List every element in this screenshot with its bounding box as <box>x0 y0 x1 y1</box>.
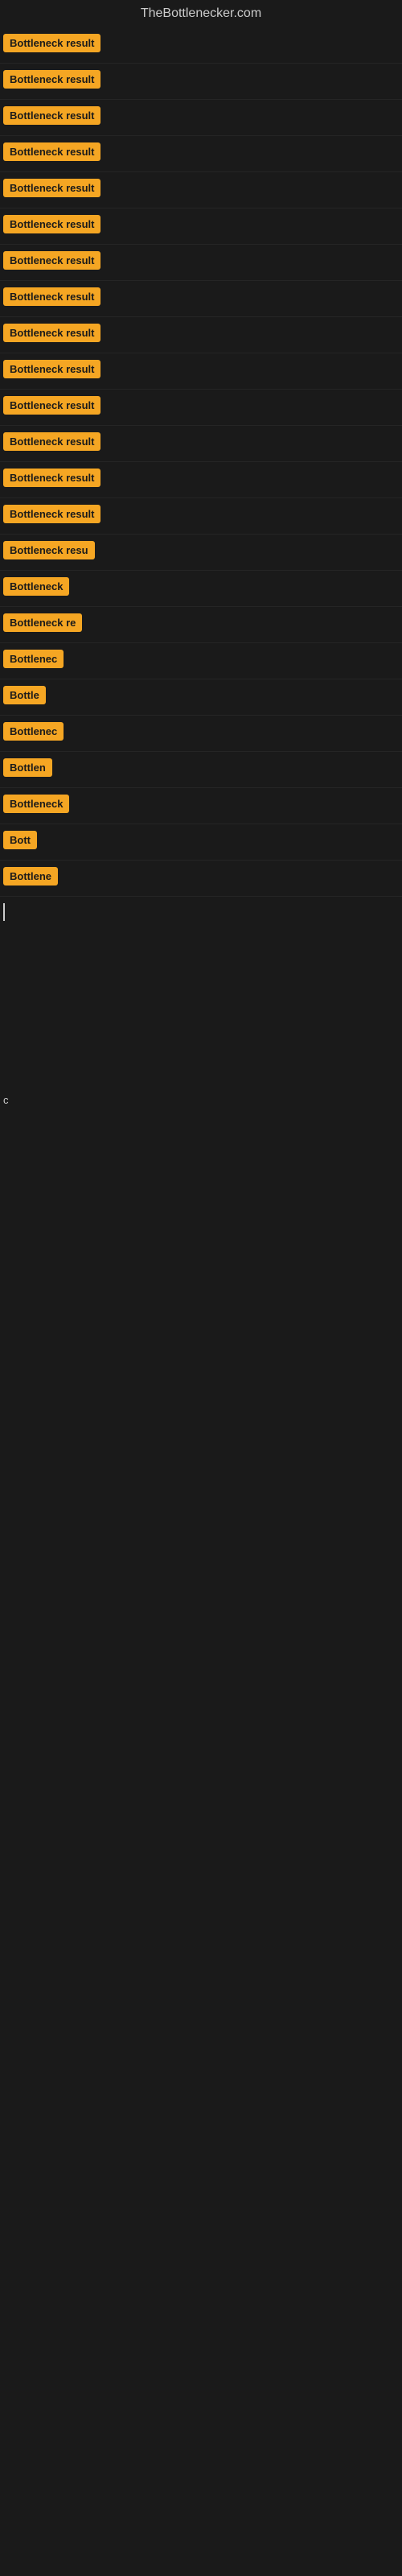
bottleneck-tag[interactable]: Bottleneck result <box>3 324 100 342</box>
bottleneck-tag[interactable]: Bottleneck result <box>3 287 100 306</box>
list-item: Bottleneck result <box>0 498 402 535</box>
list-item: Bottleneck result <box>0 172 402 208</box>
bottleneck-tag[interactable]: Bottleneck result <box>3 251 100 270</box>
bottleneck-tag[interactable]: Bottleneck re <box>3 613 82 632</box>
bottleneck-tag[interactable]: Bottleneck <box>3 795 69 813</box>
list-item: Bottleneck resu <box>0 535 402 571</box>
list-item: Bottleneck result <box>0 136 402 172</box>
list-item: Bottleneck result <box>0 64 402 100</box>
bottleneck-tag[interactable]: Bottlenec <box>3 722 64 741</box>
bottleneck-tag[interactable]: Bottleneck resu <box>3 541 95 559</box>
bottleneck-tag[interactable]: Bottleneck result <box>3 360 100 378</box>
bottleneck-tag[interactable]: Bottleneck result <box>3 34 100 52</box>
list-item: Bottlenec <box>0 716 402 752</box>
list-item: Bottleneck result <box>0 27 402 64</box>
bottleneck-tag[interactable]: Bottleneck result <box>3 215 100 233</box>
list-item: Bottleneck result <box>0 353 402 390</box>
list-item: Bottleneck <box>0 571 402 607</box>
list-item: Bottleneck result <box>0 462 402 498</box>
list-item: Bottleneck result <box>0 317 402 353</box>
list-item: Bottle <box>0 679 402 716</box>
bottom-space <box>0 1113 402 1596</box>
bottleneck-tag[interactable]: Bott <box>3 831 37 849</box>
list-item: Bottleneck result <box>0 245 402 281</box>
list-item: Bott <box>0 824 402 861</box>
bottleneck-tag[interactable]: Bottleneck result <box>3 106 100 125</box>
small-char: c <box>3 1094 9 1106</box>
bottleneck-tag[interactable]: Bottleneck result <box>3 70 100 89</box>
bottleneck-tag[interactable]: Bottle <box>3 686 46 704</box>
site-title: TheBottlenecker.com <box>0 0 402 27</box>
list-item: Bottleneck result <box>0 426 402 462</box>
rows-container: Bottleneck result Bottleneck result Bottle… <box>0 27 402 897</box>
bottleneck-tag[interactable]: Bottleneck result <box>3 469 100 487</box>
list-item: Bottleneck result <box>0 100 402 136</box>
cursor-line <box>3 903 5 921</box>
bottleneck-tag[interactable]: Bottleneck result <box>3 505 100 523</box>
empty-section <box>0 927 402 1088</box>
bottleneck-tag[interactable]: Bottleneck <box>3 577 69 596</box>
bottleneck-tag[interactable]: Bottleneck result <box>3 432 100 451</box>
list-item: Bottleneck result <box>0 281 402 317</box>
bottleneck-tag[interactable]: Bottleneck result <box>3 396 100 415</box>
list-item: Bottleneck result <box>0 208 402 245</box>
bottleneck-tag[interactable]: Bottleneck result <box>3 179 100 197</box>
page-wrapper: TheBottlenecker.com Bottleneck resultBot… <box>0 0 402 2576</box>
list-item: Bottleneck result <box>0 390 402 426</box>
bottleneck-tag[interactable]: Bottlene <box>3 867 58 886</box>
list-item: Bottleneck re <box>0 607 402 643</box>
small-char-row: c <box>0 1088 402 1113</box>
list-item: Bottlene <box>0 861 402 897</box>
bottleneck-tag[interactable]: Bottleneck result <box>3 142 100 161</box>
list-item: Bottlen <box>0 752 402 788</box>
bottleneck-tag[interactable]: Bottlenec <box>3 650 64 668</box>
list-item: Bottleneck <box>0 788 402 824</box>
bottleneck-tag[interactable]: Bottlen <box>3 758 52 777</box>
list-item: Bottlenec <box>0 643 402 679</box>
